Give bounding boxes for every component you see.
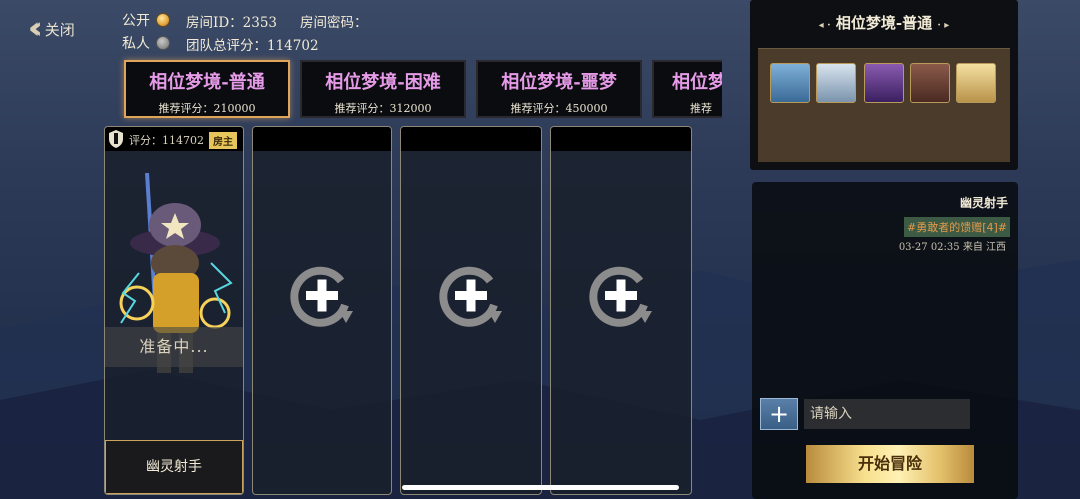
difficulty-name: 相位梦境-困难 xyxy=(325,72,441,93)
start-adventure-button[interactable]: 开始冒险 xyxy=(806,445,974,483)
player-slot-2[interactable] xyxy=(252,126,392,495)
chat-panel: 幽灵射手 #勇敢者的馈赠[4]# 03-27 02:35 来自 江西 + 开始冒… xyxy=(752,182,1018,499)
silver-chest-icon[interactable] xyxy=(816,63,856,103)
slot-header: 评分：114702 房主 xyxy=(105,127,243,151)
difficulty-recommend: 推荐评分：312000 xyxy=(334,102,432,115)
difficulty-name: 相位梦境-普通 xyxy=(149,72,265,93)
chat-sender: 幽灵射手 xyxy=(959,196,1008,210)
chat-timestamp: 03-27 02:35 来自 江西 xyxy=(898,242,1006,253)
team-score: 团队总评分：114702 xyxy=(186,38,319,54)
difficulty-recommend: 推荐 xyxy=(690,102,712,115)
blue-chest-icon[interactable] xyxy=(770,63,810,103)
left-ornament-icon: ◂ · xyxy=(818,20,831,31)
player-slot-3[interactable] xyxy=(400,126,542,495)
add-player-icon[interactable] xyxy=(438,263,504,329)
reward-title: ◂ · 相位梦境-普通 · ▸ xyxy=(750,12,1018,33)
public-option[interactable]: 公开 xyxy=(122,10,170,30)
shield-icon xyxy=(109,130,123,148)
difficulty-recommend: 推荐评分：450000 xyxy=(510,102,608,115)
player-score: 评分：114702 xyxy=(129,134,204,147)
close-label: 关闭 xyxy=(44,20,75,39)
chat-add-button[interactable]: + xyxy=(760,398,798,430)
private-option[interactable]: 私人 xyxy=(122,33,170,53)
slot-header xyxy=(253,127,391,151)
chat-input[interactable] xyxy=(804,399,970,429)
difficulty-tab-partial[interactable]: 相位梦 推荐 xyxy=(652,60,722,118)
class-name-button[interactable]: 幽灵射手 xyxy=(105,440,243,494)
player-slot-4[interactable] xyxy=(550,126,692,495)
room-id: 房间ID：2353 xyxy=(186,15,278,31)
chat-message[interactable]: #勇敢者的馈赠[4]# xyxy=(903,217,1010,237)
difficulty-tab-nightmare[interactable]: 相位梦境-噩梦 推荐评分：450000 xyxy=(476,60,642,118)
difficulty-name: 相位梦境-噩梦 xyxy=(501,72,617,93)
ready-status: 准备中... xyxy=(105,327,243,367)
host-badge: 房主 xyxy=(209,132,237,149)
room-password: 房间密码： xyxy=(300,15,368,31)
difficulty-name: 相位梦 xyxy=(672,72,722,93)
double-chevron-left-icon: ‹‹ xyxy=(28,11,42,46)
gold-chest-icon[interactable] xyxy=(956,63,996,103)
private-radio[interactable] xyxy=(156,36,170,50)
public-radio[interactable] xyxy=(156,13,170,27)
player-slot-1[interactable]: 评分：114702 房主 准备中... 幽灵射手 xyxy=(104,126,244,495)
slot-header xyxy=(551,127,691,151)
add-player-icon[interactable] xyxy=(588,263,654,329)
public-label: 公开 xyxy=(122,13,150,29)
home-indicator[interactable] xyxy=(402,485,679,490)
difficulty-recommend: 推荐评分：210000 xyxy=(158,102,256,115)
private-label: 私人 xyxy=(122,36,150,52)
purple-chest-icon[interactable] xyxy=(864,63,904,103)
brown-chest-icon[interactable] xyxy=(910,63,950,103)
right-ornament-icon: · ▸ xyxy=(937,20,950,31)
slot-header xyxy=(401,127,541,151)
add-player-icon[interactable] xyxy=(289,263,355,329)
close-button[interactable]: ‹‹ 关闭 xyxy=(28,14,94,44)
difficulty-tab-hard[interactable]: 相位梦境-困难 推荐评分：312000 xyxy=(300,60,466,118)
reward-list xyxy=(758,48,1010,162)
reward-panel: ◂ · 相位梦境-普通 · ▸ xyxy=(750,0,1018,170)
difficulty-tab-normal[interactable]: 相位梦境-普通 推荐评分：210000 xyxy=(124,60,290,118)
reward-title-text: 相位梦境-普通 xyxy=(835,14,933,32)
